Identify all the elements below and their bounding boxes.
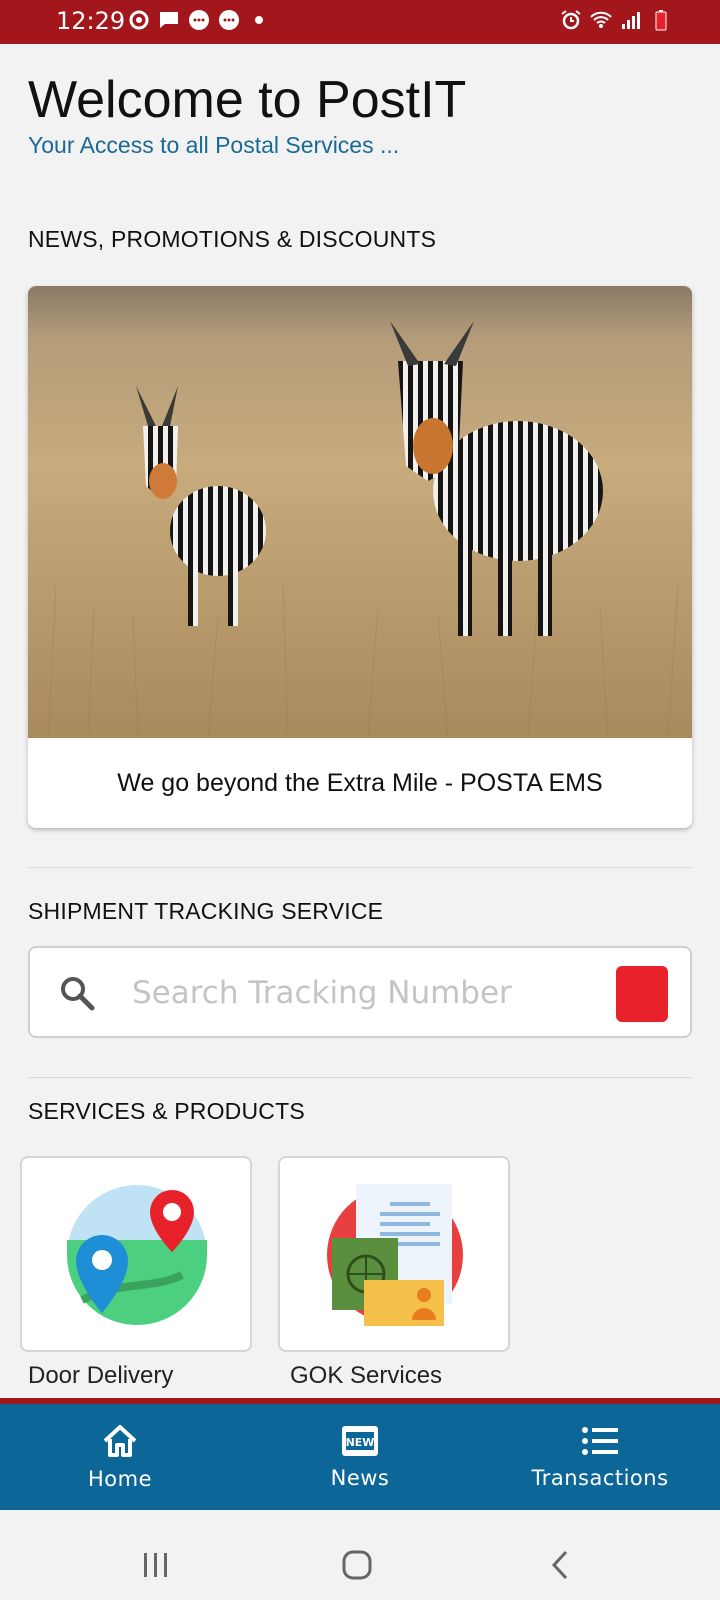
nav-transactions[interactable]: Transactions	[480, 1404, 720, 1510]
home-button-icon[interactable]	[341, 1549, 373, 1581]
bottom-navigation: Home NEW News Transactions	[0, 1404, 720, 1510]
home-icon	[103, 1425, 137, 1457]
page-subtitle: Your Access to all Postal Services ...	[28, 132, 400, 158]
promo-caption: We go beyond the Extra Mile - POSTA EMS	[117, 769, 603, 797]
message-icon	[160, 12, 178, 28]
system-navigation-bar	[0, 1510, 720, 1600]
zebras-promo-image	[28, 286, 692, 738]
wifi-icon	[590, 11, 612, 28]
service-card-gok-services[interactable]	[278, 1156, 510, 1352]
notification-icons	[128, 9, 270, 31]
tracking-submit-button[interactable]	[616, 966, 668, 1022]
chat-bubble-icon	[219, 10, 239, 30]
search-icon	[61, 977, 95, 1011]
list-icon	[582, 1427, 618, 1455]
battery-icon	[655, 10, 667, 31]
page-title: Welcome to PostIT	[28, 71, 467, 129]
section-divider	[28, 1077, 692, 1078]
promo-card[interactable]: We go beyond the Extra Mile - POSTA EMS	[28, 286, 692, 828]
nav-news-label: News	[330, 1466, 390, 1490]
service-label-door-delivery: Door Delivery	[28, 1362, 174, 1389]
nav-transactions-label: Transactions	[531, 1466, 669, 1490]
svg-text:NEW: NEW	[346, 1436, 375, 1449]
news-section-heading: NEWS, PROMOTIONS & DISCOUNTS	[28, 226, 437, 252]
tracking-number-input[interactable]	[130, 962, 614, 1024]
passport-documents-icon	[327, 1184, 463, 1326]
status-time: 12:29	[56, 7, 126, 35]
recent-apps-icon[interactable]	[141, 1550, 171, 1580]
nav-home-label: Home	[87, 1467, 152, 1491]
tracking-search-box[interactable]	[28, 946, 692, 1038]
services-section-heading: SERVICES & PRODUCTS	[28, 1098, 305, 1124]
status-bar: 12:29	[0, 0, 720, 44]
section-divider	[28, 867, 692, 868]
dot-icon	[255, 16, 263, 24]
nav-home[interactable]: Home	[0, 1404, 240, 1510]
service-label-gok-services: GOK Services	[290, 1362, 443, 1389]
chat-bubble-icon	[189, 10, 209, 30]
sync-icon	[129, 10, 149, 30]
alarm-icon	[561, 10, 581, 30]
system-icons	[560, 9, 672, 31]
service-card-door-delivery[interactable]	[20, 1156, 252, 1352]
location-map-icon	[67, 1185, 207, 1325]
tracking-section-heading: SHIPMENT TRACKING SERVICE	[28, 898, 384, 924]
nav-news[interactable]: NEW News	[240, 1404, 480, 1510]
new-badge-icon: NEW	[342, 1426, 378, 1456]
signal-icon	[622, 12, 640, 29]
back-icon[interactable]	[548, 1549, 572, 1581]
